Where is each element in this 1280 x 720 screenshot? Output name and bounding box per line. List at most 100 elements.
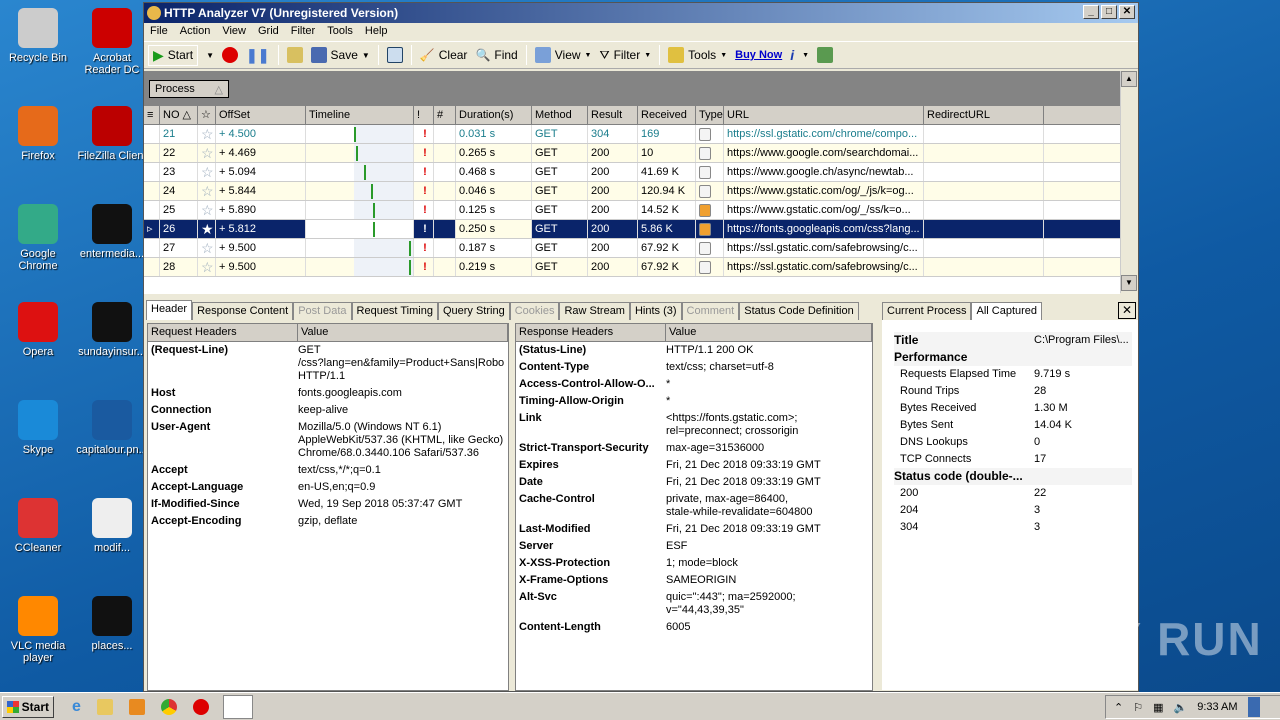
record-stop-icon[interactable] (222, 47, 239, 63)
favorite-star-icon[interactable]: ☆ (198, 144, 216, 162)
tab-query-string[interactable]: Query String (437, 302, 510, 320)
clear-button[interactable]: 🧹 Clear (420, 48, 468, 62)
header-row[interactable]: If-Modified-Since Wed, 19 Sep 2018 05:37:… (148, 496, 508, 513)
desktop-icon[interactable]: FileZilla Client (74, 106, 150, 162)
header-row[interactable]: (Request-Line) GET /css?lang=en&family=Pr… (148, 342, 508, 385)
favorite-star-icon[interactable]: ★ (198, 220, 216, 238)
column-header[interactable]: Response Headers (516, 324, 666, 341)
table-row[interactable]: 22 ☆ + 4.469! 0.265 s GET 200 10 https://www.go… (144, 144, 1120, 163)
chrome-taskbar-icon[interactable] (160, 698, 177, 715)
menu-view[interactable]: View (222, 25, 246, 39)
menu-filter[interactable]: Filter (291, 25, 315, 39)
tab-status-code-definition[interactable]: Status Code Definition (739, 302, 859, 320)
start-menu-button[interactable]: Start (2, 695, 54, 718)
header-row[interactable]: Alt-Svc quic=":443"; ma=2592000; v="44,43… (516, 589, 872, 619)
desktop-icon[interactable]: Firefox (0, 106, 76, 162)
volume-icon[interactable]: 🔈 (1174, 701, 1188, 714)
tab-hints-3-[interactable]: Hints (3) (629, 302, 682, 320)
splitter[interactable] (144, 294, 1138, 300)
info-icon[interactable]: i (790, 47, 794, 63)
flag-icon[interactable]: ⚐ (1133, 701, 1143, 714)
column-header[interactable]: Value (298, 324, 508, 341)
column-header[interactable]: OffSet (216, 106, 306, 124)
header-row[interactable]: Content-Type text/css; charset=utf-8 (516, 359, 872, 376)
menu-file[interactable]: File (150, 25, 168, 39)
menu-tools[interactable]: Tools (327, 25, 353, 39)
favorite-star-icon[interactable]: ☆ (198, 258, 216, 276)
favorite-star-icon[interactable]: ☆ (198, 163, 216, 181)
desktop-icon[interactable]: Recycle Bin (0, 8, 76, 64)
table-row[interactable]: ▹ 26 ★ + 5.812! 0.250 s GET 200 5.86 K https://f… (144, 220, 1120, 239)
http-analyzer-taskbar-icon[interactable] (222, 694, 253, 719)
header-row[interactable]: Host fonts.googleapis.com (148, 385, 508, 402)
tab-all-captured[interactable]: All Captured (971, 302, 1043, 320)
table-row[interactable]: 23 ☆ + 5.094! 0.468 s GET 200 41.69 K https://w… (144, 163, 1120, 182)
column-header[interactable]: # (434, 106, 456, 124)
ie-taskbar-icon[interactable]: e (72, 698, 81, 716)
network-icon[interactable]: ▦ (1153, 701, 1163, 714)
desktop-icon[interactable]: modif... (74, 498, 150, 554)
desktop-icon[interactable]: Skype (0, 400, 76, 456)
start-button[interactable]: ▶ Start (148, 44, 199, 66)
start-dropdown[interactable]: ▼ (206, 51, 214, 60)
view-menu-button[interactable]: View ▼ (534, 47, 591, 63)
column-header[interactable]: Result (588, 106, 638, 124)
save-button[interactable]: Save ▼ (310, 47, 370, 63)
open-icon[interactable] (286, 47, 303, 63)
buy-now-link[interactable]: Buy Now (735, 49, 782, 61)
column-header[interactable]: URL (724, 106, 924, 124)
table-row[interactable]: 28 ☆ + 9.500! 0.219 s GET 200 67.92 K https://s… (144, 258, 1120, 277)
tab-current-process[interactable]: Current Process (882, 302, 972, 320)
header-row[interactable]: Server ESF (516, 538, 872, 555)
column-header[interactable]: Method (532, 106, 588, 124)
column-header[interactable]: NO △ (160, 106, 198, 124)
column-header[interactable]: Type (696, 106, 724, 124)
desktop-icon[interactable]: places... (74, 596, 150, 652)
header-row[interactable]: Strict-Transport-Security max-age=3153600… (516, 440, 872, 457)
header-row[interactable]: Content-Length 6005 (516, 619, 872, 636)
favorite-star-icon[interactable]: ☆ (198, 201, 216, 219)
desktop-icon[interactable]: Opera (0, 302, 76, 358)
desktop-icon[interactable]: CCleaner (0, 498, 76, 554)
header-row[interactable]: Last-Modified Fri, 21 Dec 2018 09:33:19 G… (516, 521, 872, 538)
table-row[interactable]: 21 ☆ + 4.500! 0.031 s GET 304 169 https://ssl.g… (144, 125, 1120, 144)
header-row[interactable]: Timing-Allow-Origin * (516, 393, 872, 410)
grid-scrollbar[interactable]: ▲ ▼ (1120, 71, 1138, 293)
tools-menu-button[interactable]: Tools ▼ (668, 47, 727, 63)
show-desktop-button[interactable] (1247, 697, 1260, 717)
favorite-star-icon[interactable]: ☆ (198, 239, 216, 257)
column-header[interactable]: Duration(s) (456, 106, 532, 124)
desktop-icon[interactable]: sundayinsur... (74, 302, 150, 358)
close-button[interactable]: ✕ (1119, 5, 1135, 19)
maximize-button[interactable]: □ (1101, 5, 1117, 19)
favorite-star-icon[interactable]: ☆ (198, 182, 216, 200)
table-row[interactable]: 27 ☆ + 9.500! 0.187 s GET 200 67.92 K https://s… (144, 239, 1120, 258)
column-header[interactable]: Received (638, 106, 696, 124)
table-row[interactable]: 25 ☆ + 5.890! 0.125 s GET 200 14.52 K https://w… (144, 201, 1120, 220)
desktop-icon[interactable]: Google Chrome (0, 204, 76, 272)
column-header[interactable]: Request Headers (148, 324, 298, 341)
tab-header[interactable]: Header (146, 300, 193, 320)
export-icon[interactable] (386, 47, 403, 63)
header-row[interactable]: Link <https://fonts.gstatic.com>; rel=pre… (516, 410, 872, 440)
explorer-taskbar-icon[interactable] (96, 698, 113, 715)
desktop-icon[interactable]: capitalour.pn... (74, 400, 150, 456)
header-row[interactable]: X-XSS-Protection 1; mode=block (516, 555, 872, 572)
tab-response-content[interactable]: Response Content (192, 302, 294, 320)
tab-request-timing[interactable]: Request Timing (351, 302, 438, 320)
header-row[interactable]: Date Fri, 21 Dec 2018 09:33:19 GMT (516, 474, 872, 491)
column-header[interactable]: Timeline (306, 106, 414, 124)
column-header[interactable]: Value (666, 324, 872, 341)
header-row[interactable]: User-Agent Mozilla/5.0 (Windows NT 6.1) A… (148, 419, 508, 462)
clock[interactable]: 9:33 AM (1197, 701, 1237, 713)
show-hidden-icons[interactable]: ⌃ (1114, 701, 1123, 714)
minimize-button[interactable]: _ (1083, 5, 1099, 19)
header-row[interactable]: Accept-Language en-US,en;q=0.9 (148, 479, 508, 496)
tab-comment[interactable]: Comment (681, 302, 740, 320)
help-book-icon[interactable] (817, 47, 834, 63)
column-header[interactable]: ☆ (198, 106, 216, 124)
close-panel-button[interactable]: ✕ (1118, 302, 1136, 319)
favorite-star-icon[interactable]: ☆ (198, 125, 216, 143)
header-row[interactable]: Connection keep-alive (148, 402, 508, 419)
desktop-icon[interactable]: Acrobat Reader DC (74, 8, 150, 76)
